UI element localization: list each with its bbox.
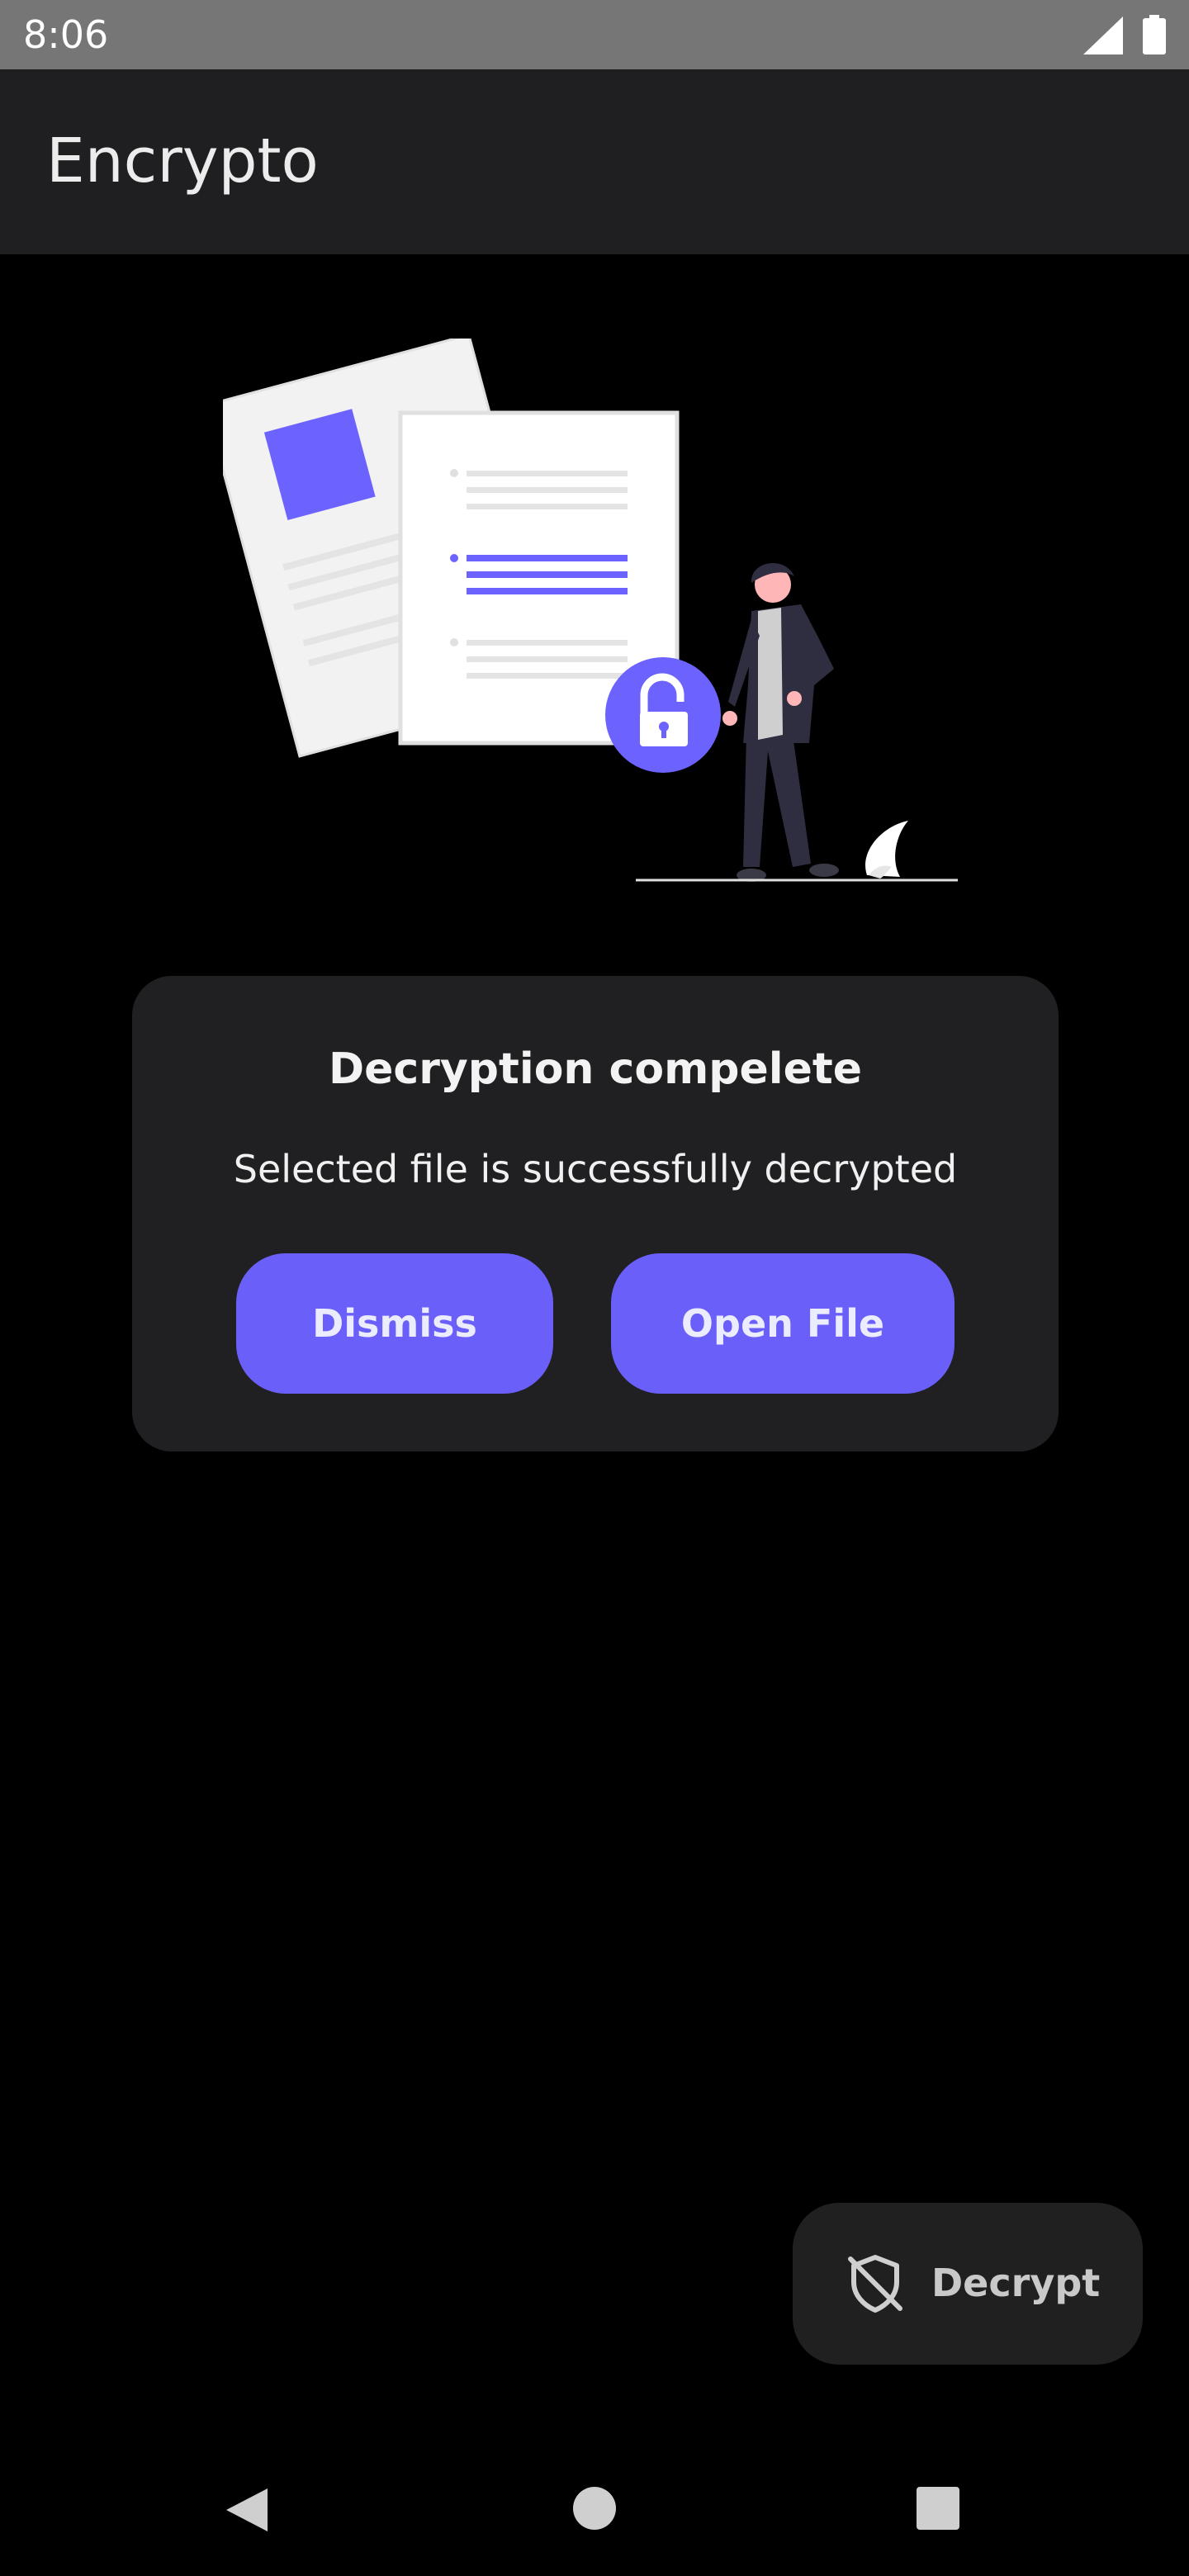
back-triangle-icon[interactable]	[223, 2485, 272, 2535]
battery-icon	[1143, 15, 1166, 54]
person-figure	[722, 563, 839, 882]
decrypt-fab-label: Decrypt	[931, 2261, 1101, 2305]
cell-signal-icon	[1083, 17, 1123, 54]
decrypt-fab[interactable]: Decrypt	[793, 2203, 1143, 2365]
dismiss-button[interactable]: Dismiss	[236, 1253, 553, 1394]
unlock-badge	[605, 657, 721, 773]
status-time: 8:06	[23, 12, 109, 57]
decryption-result-dialog: Decryption compelete Selected file is su…	[132, 976, 1059, 1451]
app-bar: Encrypto	[0, 69, 1189, 254]
shield-off-icon	[848, 2255, 902, 2313]
document-unlock-illustration	[223, 339, 958, 882]
recents-square-icon[interactable]	[915, 2485, 961, 2531]
dialog-title: Decryption compelete	[329, 1044, 862, 1094]
open-file-button[interactable]: Open File	[611, 1253, 955, 1394]
system-navigation-bar	[0, 2444, 1189, 2576]
home-circle-icon[interactable]	[571, 2485, 618, 2531]
app-title: Encrypto	[46, 125, 319, 197]
status-bar: 8:06	[0, 0, 1189, 69]
dialog-message: Selected file is successfully decrypted	[233, 1147, 958, 1191]
